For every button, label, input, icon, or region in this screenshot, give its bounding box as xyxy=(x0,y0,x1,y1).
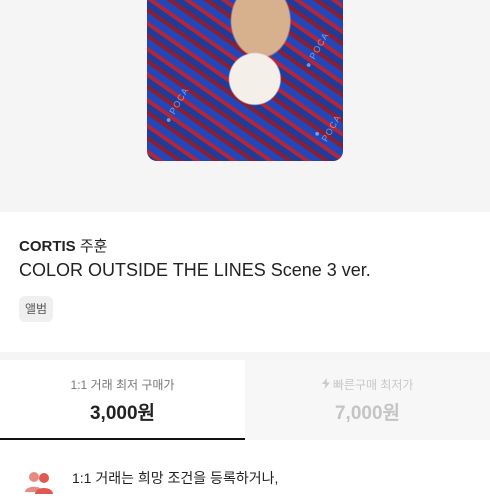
tab-label: 빠른구매 최저가 xyxy=(332,378,414,392)
lightning-icon xyxy=(321,378,333,392)
price-tabs: 1:1 거래 최저 구매가 3,000원 빠른구매 최저가 7,000원 xyxy=(0,360,490,440)
tab-price: 7,000원 xyxy=(334,403,401,424)
tab-selected-indicator xyxy=(0,438,245,440)
product-photo[interactable]: ● POCA ● POCA ● POCA xyxy=(147,0,343,161)
tab-quick-buy-price[interactable]: 빠른구매 최저가 7,000원 xyxy=(245,360,490,440)
category-tag[interactable]: 앨범 xyxy=(19,296,54,322)
tab-price: 3,000원 xyxy=(89,403,156,424)
tab-one-to-one-price[interactable]: 1:1 거래 최저 구매가 3,000원 xyxy=(0,360,245,440)
notice-text: 1:1 거래는 희망 조건을 등록하거나, xyxy=(72,470,279,486)
artist-name[interactable]: CORTIS 주훈 xyxy=(19,235,107,256)
users-icon xyxy=(24,470,54,496)
tab-label: 1:1 거래 최저 구매가 xyxy=(70,378,175,392)
product-info xyxy=(0,212,490,352)
section-divider xyxy=(0,352,490,360)
product-title: COLOR OUTSIDE THE LINES Scene 3 ver. xyxy=(19,260,371,280)
artist-group: CORTIS xyxy=(19,238,76,255)
artist-member: 주훈 xyxy=(79,238,108,255)
